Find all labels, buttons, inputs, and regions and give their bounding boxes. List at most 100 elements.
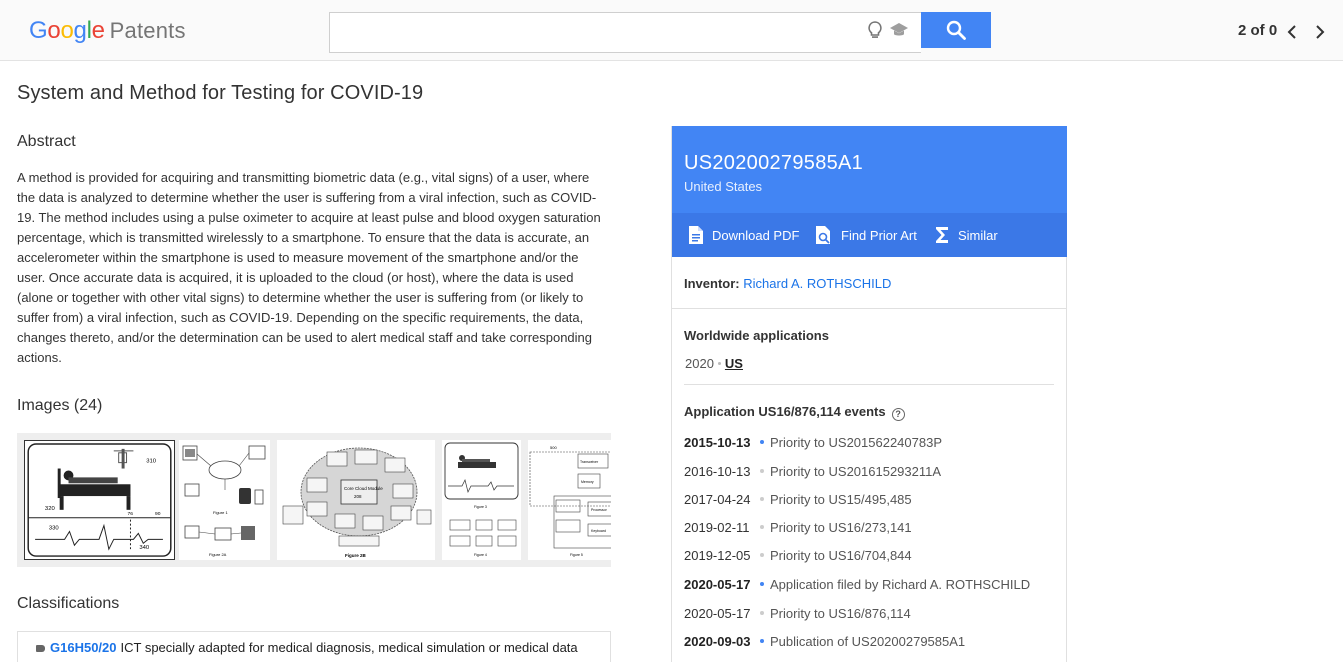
label-icon bbox=[36, 645, 45, 652]
figure-label: 320 bbox=[45, 506, 56, 512]
event-date: 2020-09-03 bbox=[684, 634, 751, 649]
patent-image-thumbnail[interactable]: Figure 1 Figure 2A bbox=[179, 440, 270, 560]
event-date: 2020-05-17 bbox=[684, 577, 751, 592]
inventor-row: Inventor: Richard A. ROTHSCHILD bbox=[684, 276, 891, 291]
figure-caption: Figure 2A bbox=[209, 552, 227, 557]
classifications-heading: Classifications bbox=[17, 595, 120, 612]
events-heading: Application US16/876,114 events? bbox=[684, 404, 905, 421]
figure-label: 90 bbox=[155, 511, 161, 517]
divider bbox=[684, 384, 1054, 385]
search-box bbox=[329, 12, 921, 53]
figure-caption: Figure 1 bbox=[213, 510, 228, 515]
worldwide-applications-heading: Worldwide applications bbox=[684, 328, 829, 343]
event-description: Priority to US201615293211A bbox=[770, 464, 942, 479]
brand-letter: o bbox=[47, 17, 61, 44]
result-pager: 2 of 0 bbox=[1238, 22, 1278, 39]
event-description: Priority to US16/273,141 bbox=[770, 520, 912, 535]
patent-title: System and Method for Testing for COVID-… bbox=[17, 82, 424, 104]
divider bbox=[672, 308, 1067, 309]
publication-country: United States bbox=[684, 179, 763, 194]
google-wordmark: Google bbox=[29, 17, 105, 44]
images-carousel[interactable]: 310 320 330 340 76 90 Figure 1 Figure 2A… bbox=[17, 433, 611, 567]
event-dot bbox=[760, 553, 764, 557]
event-dot bbox=[760, 440, 764, 444]
search-input[interactable] bbox=[330, 13, 850, 52]
event-description: Priority to US16/704,844 bbox=[770, 548, 912, 563]
patent-info-card: US20200279585A1 United States Download P… bbox=[671, 126, 1067, 662]
figure-label: 330 bbox=[49, 526, 60, 532]
event-description: Application filed by Richard A. ROTHSCHI… bbox=[770, 577, 1031, 592]
event-description: Priority to US15/495,485 bbox=[770, 492, 912, 507]
patent-image-thumbnail[interactable]: 500 Transceiver Memory Processor Keyboar… bbox=[528, 440, 611, 560]
sigma-icon bbox=[936, 227, 948, 243]
inventor-label: Inventor: bbox=[684, 276, 740, 291]
patents-wordmark: Patents bbox=[109, 18, 186, 43]
search-document-icon bbox=[816, 226, 830, 244]
download-pdf-label: Download PDF bbox=[712, 227, 800, 243]
application-country-link[interactable]: US bbox=[725, 356, 743, 371]
event-dot bbox=[760, 497, 764, 501]
event-row: 2016-10-13 Priority to US201615293211A bbox=[684, 464, 941, 479]
similar-button[interactable]: Similar bbox=[934, 213, 998, 257]
similar-label: Similar bbox=[958, 227, 998, 243]
event-description: Publication of US20200279585A1 bbox=[770, 634, 966, 649]
event-description: Priority to US201562240783P bbox=[770, 435, 943, 450]
find-prior-art-label: Find Prior Art bbox=[841, 227, 917, 243]
figure-label: 340 bbox=[139, 545, 150, 551]
event-dot bbox=[760, 469, 764, 473]
classification-code-link[interactable]: G16H50/20 bbox=[50, 640, 117, 655]
separator-dot bbox=[717, 362, 721, 365]
event-dot bbox=[760, 525, 764, 529]
patent-image-thumbnail[interactable]: Core Cloud Module 208 Figure 2B bbox=[277, 440, 435, 560]
lightbulb-icon[interactable] bbox=[866, 20, 884, 40]
chevron-left-icon[interactable] bbox=[1284, 23, 1300, 41]
patent-image-thumbnail[interactable]: 310 320 330 340 76 90 bbox=[24, 440, 175, 560]
document-icon bbox=[689, 226, 703, 244]
figure-label: 500 bbox=[550, 445, 557, 450]
brand-letter: o bbox=[60, 17, 74, 44]
chevron-right-icon[interactable] bbox=[1312, 23, 1328, 41]
images-heading: Images (24) bbox=[17, 397, 103, 414]
event-dot bbox=[760, 639, 764, 643]
event-date: 2019-02-11 bbox=[684, 520, 750, 535]
application-year: 2020 bbox=[685, 356, 714, 371]
event-date: 2019-12-05 bbox=[684, 548, 751, 563]
google-patents-logo[interactable]: Google Patents bbox=[29, 17, 186, 45]
worldwide-application-row: 2020 US bbox=[685, 356, 743, 371]
figure-label: 76 bbox=[128, 511, 134, 517]
top-bar: Google Patents 2 of 0 bbox=[0, 0, 1343, 61]
figure-caption: Figure 3 bbox=[474, 505, 487, 509]
event-date: 2017-04-24 bbox=[684, 492, 751, 507]
event-date: 2015-10-13 bbox=[684, 435, 751, 450]
event-row: 2015-10-13 Priority to US201562240783P bbox=[684, 435, 942, 450]
figure-label: Core Cloud Module bbox=[344, 486, 383, 491]
search-icon bbox=[946, 20, 966, 40]
patent-image-thumbnail[interactable]: Figure 3 Figure 4 bbox=[442, 440, 521, 560]
figure-label: Transceiver bbox=[580, 460, 599, 464]
figure-label: Processor bbox=[591, 508, 608, 512]
event-row: 2020-05-17 Application filed by Richard A… bbox=[684, 577, 1030, 592]
figure-label: Memory bbox=[581, 480, 594, 484]
figure-caption: Figure 5 bbox=[570, 553, 583, 557]
brand-letter: e bbox=[91, 17, 105, 44]
figure-caption: Figure 2B bbox=[345, 553, 367, 558]
event-description: Priority to US16/876,114 bbox=[770, 606, 911, 621]
search-button[interactable] bbox=[921, 12, 991, 48]
event-dot bbox=[760, 582, 764, 586]
event-row: 2019-12-05 Priority to US16/704,844 bbox=[684, 548, 912, 563]
classification-row: G16H50/20 ICT specially adapted for medic… bbox=[17, 631, 611, 662]
card-header: US20200279585A1 United States bbox=[672, 126, 1067, 213]
figure-label: Keyboard bbox=[591, 529, 606, 533]
card-actions-bar: Download PDF Find Prior Art Similar bbox=[672, 213, 1067, 257]
event-row: 2017-04-24 Priority to US15/495,485 bbox=[684, 492, 912, 507]
help-icon[interactable]: ? bbox=[891, 408, 905, 421]
download-pdf-button[interactable]: Download PDF bbox=[688, 213, 799, 257]
find-prior-art-button[interactable]: Find Prior Art bbox=[815, 213, 917, 257]
figure-caption: Figure 4 bbox=[474, 553, 487, 557]
graduation-cap-icon[interactable] bbox=[889, 21, 909, 39]
brand-letter: G bbox=[29, 17, 48, 44]
inventor-link[interactable]: Richard A. ROTHSCHILD bbox=[743, 276, 891, 291]
brand-letter: g bbox=[73, 17, 87, 44]
event-dot bbox=[760, 611, 764, 615]
event-row: 2020-09-03 Publication of US20200279585A1 bbox=[684, 634, 965, 649]
